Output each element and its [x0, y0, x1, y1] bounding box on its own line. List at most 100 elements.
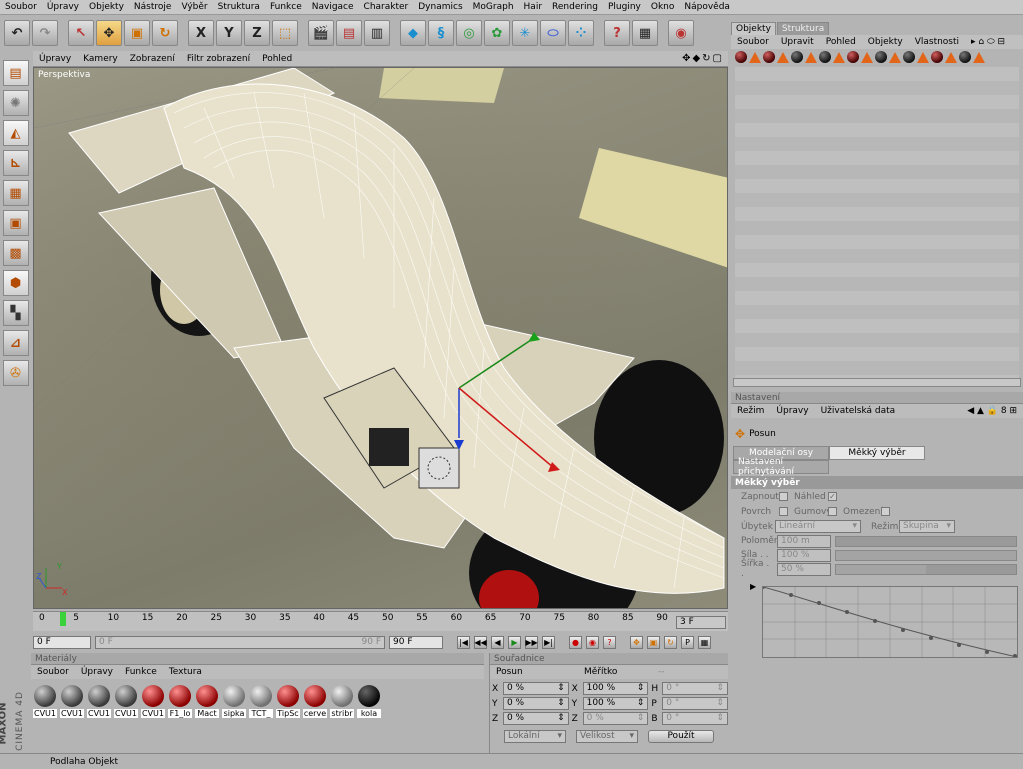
material-item[interactable]: cerve	[303, 685, 327, 718]
end-frame-field[interactable]: 3 F	[676, 616, 726, 629]
render-settings-icon[interactable]: ▥	[364, 20, 390, 46]
attr-menu-0[interactable]: Režim	[731, 406, 770, 416]
polygon-object-icon[interactable]	[749, 51, 761, 63]
frame-range-slider[interactable]: 0 F 90 F	[95, 635, 385, 649]
timeline-ruler[interactable]: 3 F 0 5 10 15 20 25 30 35 40 45 50 55 60 65 70 75 80 85 90	[33, 611, 728, 631]
rubber-checkbox[interactable]	[828, 507, 837, 516]
menu-2[interactable]: Objekty	[84, 2, 129, 12]
menu-9[interactable]: Dynamics	[413, 2, 467, 12]
objects-menu-1[interactable]: Upravit	[775, 37, 820, 47]
material-item[interactable]: CVU1	[87, 685, 111, 718]
material-tag-icon[interactable]	[763, 51, 775, 63]
surface-checkbox[interactable]	[779, 507, 788, 516]
objects-menu-0[interactable]: Soubor	[731, 37, 775, 47]
menu-6[interactable]: Funkce	[265, 2, 307, 12]
x-axis-lock-button[interactable]: X	[188, 20, 214, 46]
material-item[interactable]: kola	[357, 685, 381, 718]
tab-snap-settings[interactable]: Nastavení přichytávání	[733, 457, 829, 477]
checker-icon[interactable]: ▚	[2, 300, 29, 326]
play-icon[interactable]: ▶	[508, 635, 521, 649]
redo-icon[interactable]: ↷	[32, 20, 58, 46]
snap-icon[interactable]: ✇	[2, 360, 29, 386]
object-axis-icon[interactable]: ⊾	[2, 150, 29, 176]
viewport-menu-3[interactable]: Filtr zobrazení	[181, 54, 256, 64]
attr-nav-icons[interactable]: ◀ ▲ 🔒 8 ⊞	[961, 406, 1023, 416]
material-item[interactable]: CVU1	[33, 685, 57, 718]
coords-value-field[interactable]: 0 ° ⇕	[662, 712, 728, 725]
coords-size-select[interactable]: Velikost ▾	[576, 730, 638, 743]
menu-13[interactable]: Pluginy	[603, 2, 646, 12]
coords-value-field[interactable]: 0 % ⇕	[582, 712, 649, 725]
tab-structure[interactable]: Struktura	[776, 22, 830, 35]
object-scrollbar[interactable]	[733, 378, 1021, 387]
object-list[interactable]	[735, 67, 1019, 387]
coords-value-field[interactable]: 100 % ⇕	[582, 697, 649, 710]
coords-value-field[interactable]: 0 % ⇕	[502, 712, 569, 725]
help-icon[interactable]: ?	[604, 20, 630, 46]
coords-mode-select[interactable]: Lokální ▾	[504, 730, 566, 743]
menu-8[interactable]: Charakter	[359, 2, 414, 12]
menu-14[interactable]: Okno	[646, 2, 680, 12]
material-tag-icon[interactable]	[791, 51, 803, 63]
nurbs-icon[interactable]: ◎	[456, 20, 482, 46]
scale-tool-icon[interactable]: ▣	[124, 20, 150, 46]
undo-icon[interactable]: ↶	[4, 20, 30, 46]
layout-icon[interactable]: ▦	[632, 20, 658, 46]
menu-7[interactable]: Navigace	[307, 2, 359, 12]
live-selection-icon[interactable]: ↖	[68, 20, 94, 46]
material-item[interactable]: TCT_	[249, 685, 273, 718]
material-tag-icon[interactable]	[875, 51, 887, 63]
viewport-perspective[interactable]: Perspektiva Y X Z	[33, 67, 728, 609]
playhead[interactable]	[60, 612, 66, 626]
scale-key-icon[interactable]: ▣	[647, 635, 660, 649]
z-axis-lock-button[interactable]: Z	[244, 20, 270, 46]
prev-key-icon[interactable]: ◀◀	[474, 635, 487, 649]
particle-icon[interactable]: ⁘	[568, 20, 594, 46]
polygon-object-icon[interactable]	[945, 51, 957, 63]
render-picture-viewer-icon[interactable]: ▤	[336, 20, 362, 46]
coordinate-system-icon[interactable]: ⬚	[272, 20, 298, 46]
objects-menu-4[interactable]: Vlastnosti	[909, 37, 965, 47]
viewport-menu-4[interactable]: Pohled	[256, 54, 298, 64]
web-icon[interactable]: ◉	[668, 20, 694, 46]
spline-icon[interactable]: §	[428, 20, 454, 46]
objects-menu-3[interactable]: Objekty	[862, 37, 909, 47]
menu-15[interactable]: Nápověda	[679, 2, 735, 12]
play-reverse-icon[interactable]: ◀	[491, 635, 504, 649]
menu-10[interactable]: MoGraph	[468, 2, 519, 12]
record-icon[interactable]: ●	[569, 635, 582, 649]
model-tool-icon[interactable]: ◭	[2, 120, 29, 146]
material-item[interactable]: F1_lo	[168, 685, 192, 718]
material-item[interactable]: CVU1	[141, 685, 165, 718]
y-axis-lock-button[interactable]: Y	[216, 20, 242, 46]
autokey-icon[interactable]: ◉	[586, 635, 599, 649]
viewport-menu-2[interactable]: Zobrazení	[124, 54, 181, 64]
attr-menu-2[interactable]: Uživatelská data	[815, 406, 902, 416]
coords-value-field[interactable]: 0 ° ⇕	[662, 697, 728, 710]
material-item[interactable]: Mact	[195, 685, 219, 718]
coords-value-field[interactable]: 100 % ⇕	[582, 682, 649, 695]
preview-checkbox[interactable]: ✓	[828, 492, 837, 501]
array-icon[interactable]: ✿	[484, 20, 510, 46]
coords-value-field[interactable]: 0 % ⇕	[502, 682, 569, 695]
max-frame-field[interactable]: 90 F	[389, 635, 443, 649]
width-field[interactable]: 50 %	[777, 562, 831, 576]
pla-key-icon[interactable]: ▦	[698, 635, 711, 649]
objects-menu-icons[interactable]: ▸ ⌂ ⬭ ⊟	[965, 37, 1011, 47]
restrict-checkbox[interactable]	[881, 507, 890, 516]
make-editable-icon[interactable]: ✺	[2, 90, 29, 116]
enable-checkbox[interactable]	[779, 492, 788, 501]
viewport-menu-1[interactable]: Kamery	[77, 54, 124, 64]
materials-menu-1[interactable]: Úpravy	[75, 667, 119, 677]
menu-12[interactable]: Rendering	[547, 2, 603, 12]
polygon-object-icon[interactable]	[889, 51, 901, 63]
viewport-menu-0[interactable]: Úpravy	[33, 54, 77, 64]
tab-objects[interactable]: Objekty	[731, 22, 776, 35]
material-tag-icon[interactable]	[903, 51, 915, 63]
strength-field[interactable]: 100 %	[777, 548, 831, 562]
radius-slider[interactable]	[835, 535, 1017, 547]
polygon-object-icon[interactable]	[805, 51, 817, 63]
material-item[interactable]: CVU1	[60, 685, 84, 718]
material-item[interactable]: TipSc	[276, 685, 300, 718]
menu-3[interactable]: Nástroje	[129, 2, 177, 12]
